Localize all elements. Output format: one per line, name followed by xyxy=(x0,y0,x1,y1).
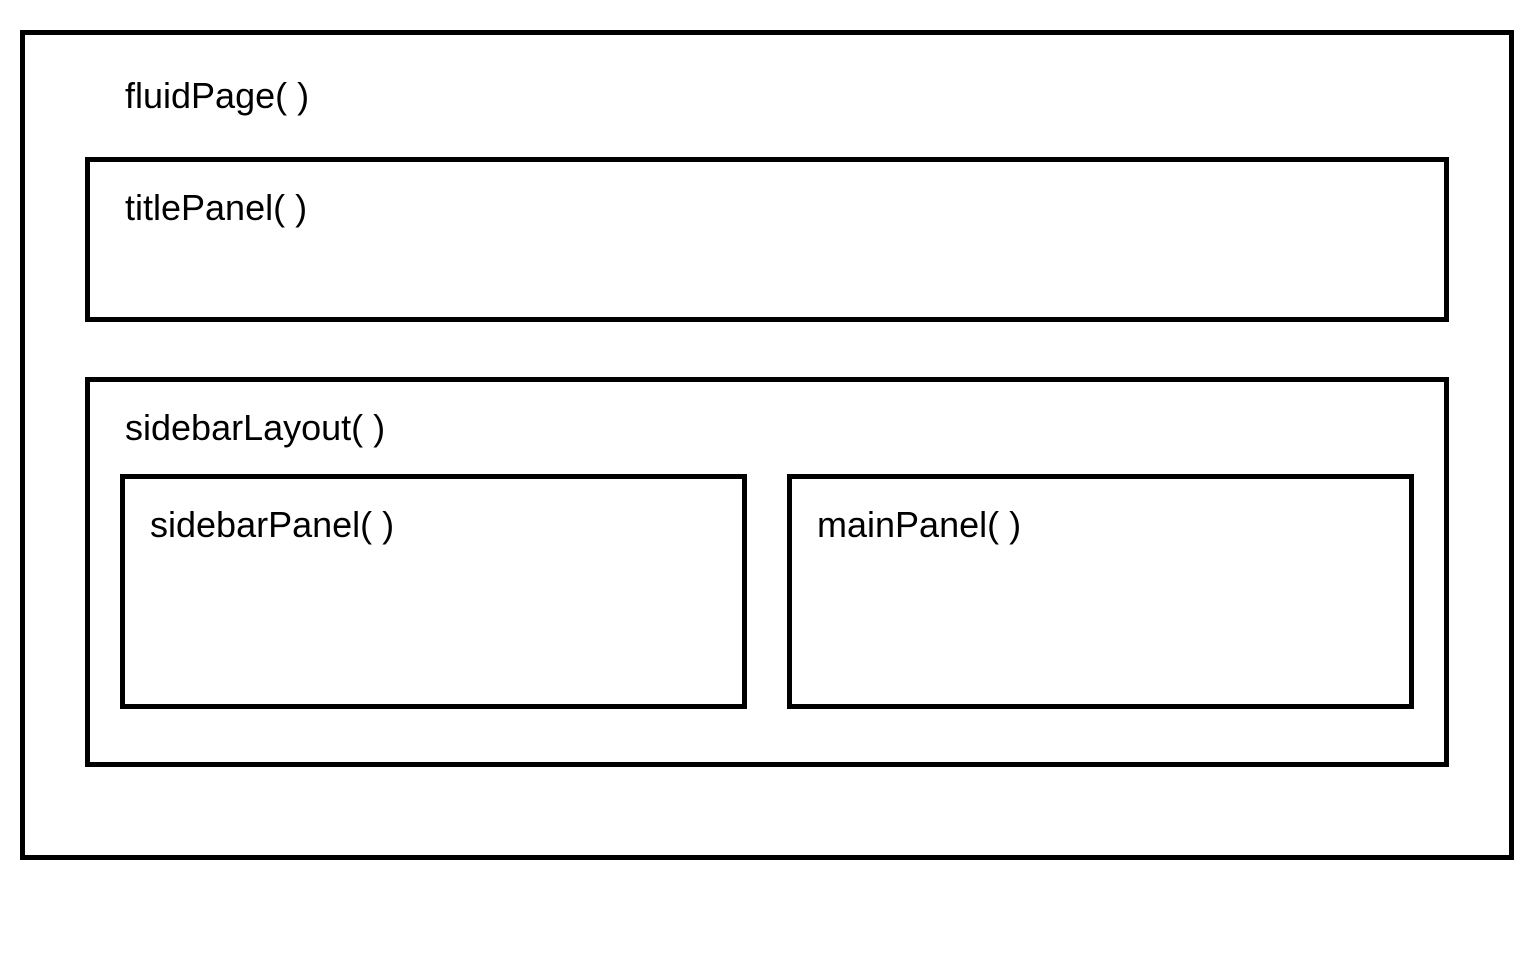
sidebarpanel-box: sidebarPanel( ) xyxy=(120,474,747,709)
panel-row: sidebarPanel( ) mainPanel( ) xyxy=(120,474,1414,709)
titlepanel-box: titlePanel( ) xyxy=(85,157,1449,322)
titlepanel-label: titlePanel( ) xyxy=(125,187,1414,229)
fluidpage-box: fluidPage( ) titlePanel( ) sidebarLayout… xyxy=(20,30,1514,860)
mainpanel-label: mainPanel( ) xyxy=(817,504,1384,546)
fluidpage-label: fluidPage( ) xyxy=(125,75,1449,117)
sidebarlayout-label: sidebarLayout( ) xyxy=(125,407,1414,449)
sidebarpanel-label: sidebarPanel( ) xyxy=(150,504,717,546)
mainpanel-box: mainPanel( ) xyxy=(787,474,1414,709)
sidebarlayout-box: sidebarLayout( ) sidebarPanel( ) mainPan… xyxy=(85,377,1449,767)
